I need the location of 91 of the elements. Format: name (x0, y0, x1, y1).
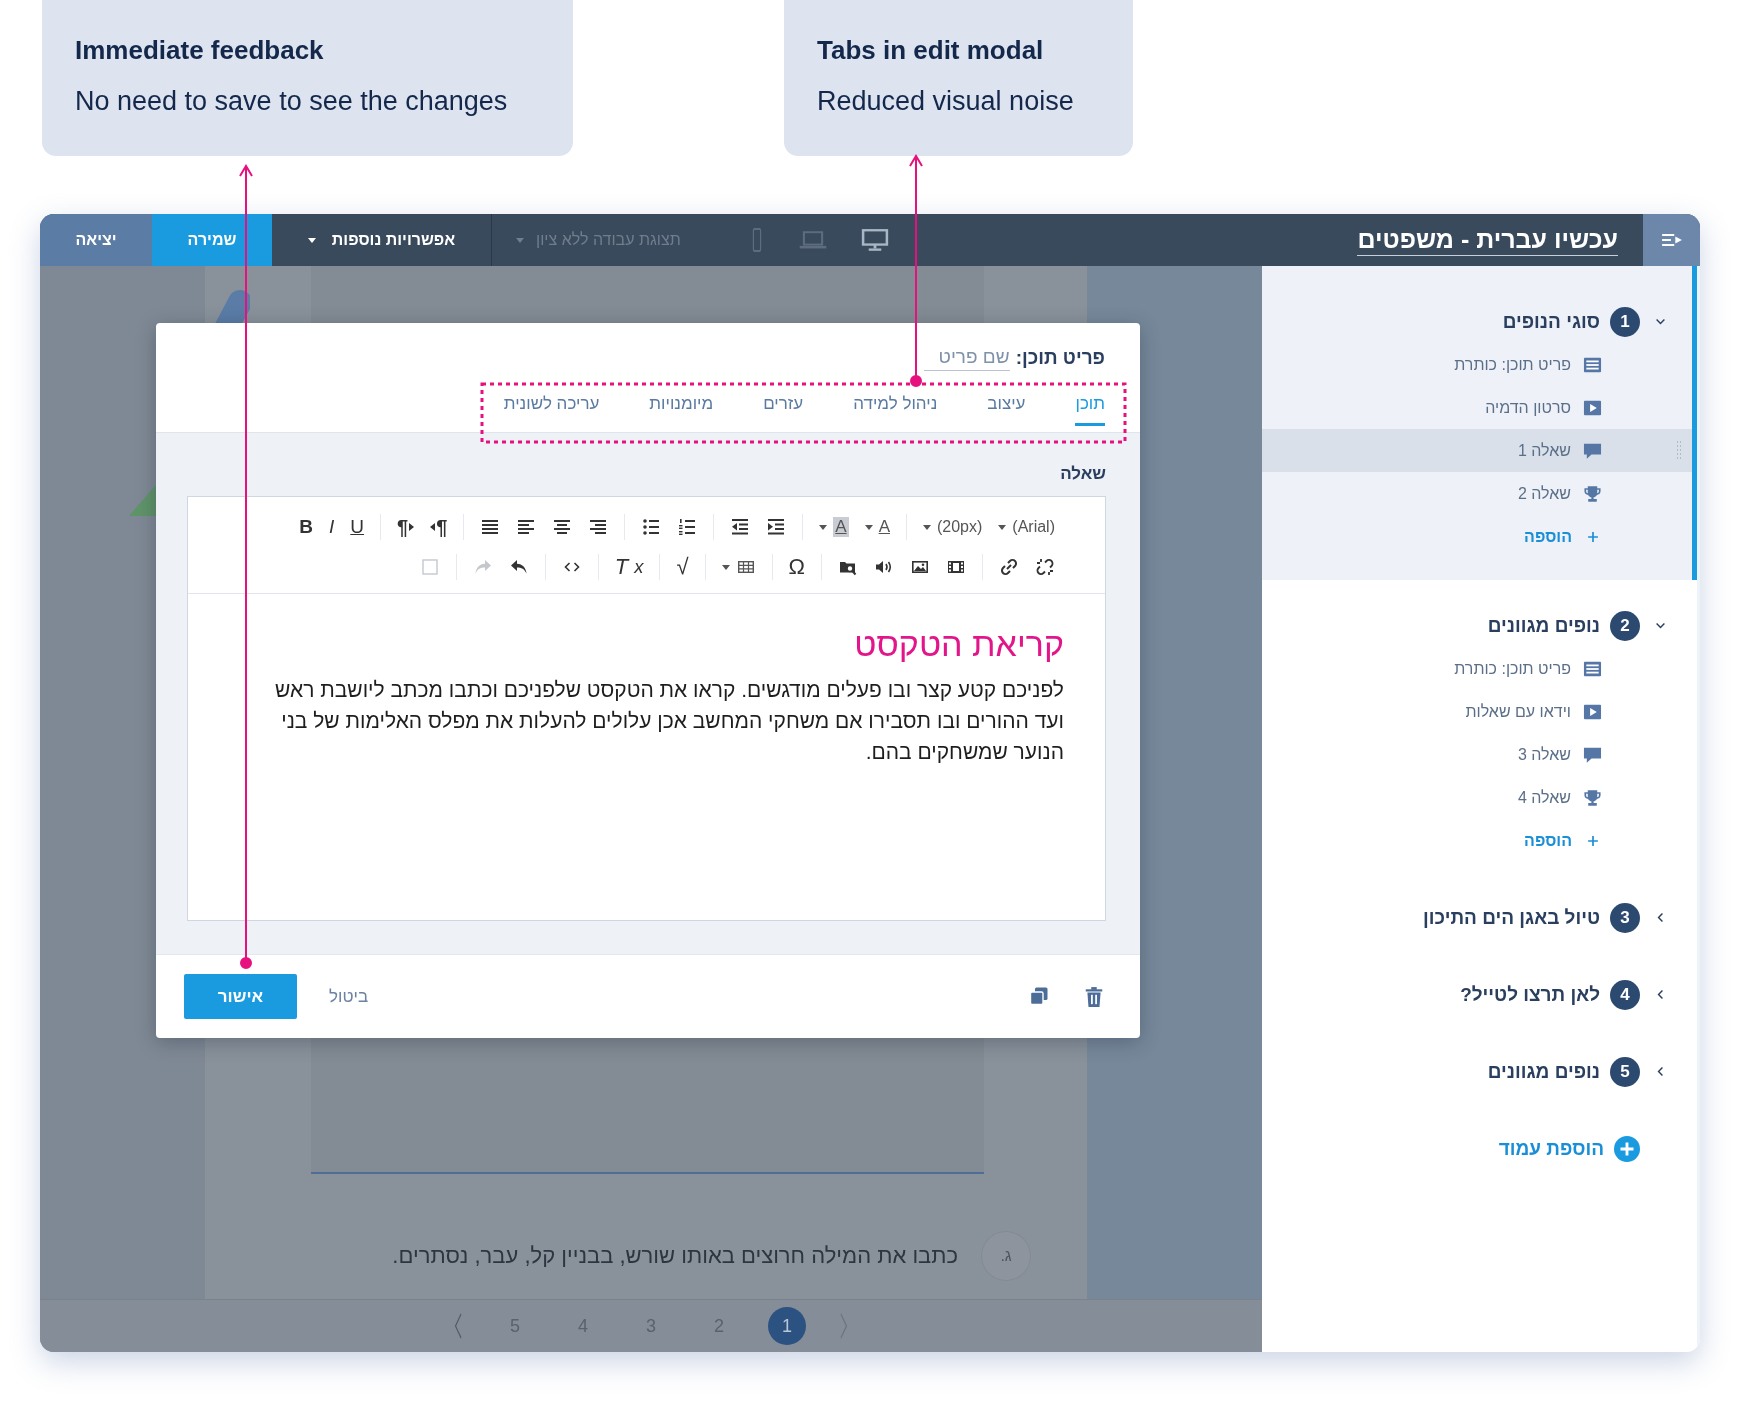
confirm-button[interactable]: אישור (184, 974, 297, 1019)
direction-arrow-icon (409, 523, 415, 531)
paragraph-direction-button[interactable]: ¶ (389, 512, 423, 542)
caret-icon (516, 237, 524, 243)
align-left-icon[interactable] (516, 517, 537, 537)
section-title[interactable]: נופים מגוונים (1487, 614, 1600, 637)
paragraph-direction-button[interactable]: ¶ (422, 512, 456, 542)
direction-arrow-icon (430, 523, 436, 531)
trophy-icon (1583, 788, 1602, 807)
save-button[interactable]: שמירה (152, 214, 272, 266)
speech-bubble-icon (1583, 745, 1602, 764)
text-color-button[interactable]: A (856, 512, 898, 542)
tab[interactable]: ניהול למידה (853, 394, 938, 426)
justify-icon[interactable] (480, 517, 501, 537)
add-item-button[interactable]: הוספה (1524, 527, 1600, 546)
cancel-button[interactable]: ביטול (329, 986, 369, 1007)
caret-icon (864, 524, 873, 530)
unlink-icon[interactable] (1035, 557, 1055, 577)
outline-item[interactable]: פריט תוכן: כותרת (1262, 647, 1697, 690)
content-card-icon (1583, 659, 1602, 678)
speech-bubble-icon (1583, 441, 1602, 460)
play-icon (1583, 702, 1602, 721)
caret-icon (721, 564, 730, 570)
question-text: כתבו את המילה חרוצים באותו שורש, בבניין קל, עבר, נסתרים. (392, 1243, 958, 1269)
special-character-button[interactable]: Ω (780, 552, 813, 582)
callout-title: Tabs in edit modal (817, 35, 1044, 66)
indent-icon[interactable] (766, 517, 787, 537)
outline-item[interactable]: שאלה 2 (1262, 472, 1692, 515)
outline-item[interactable]: פריט תוכן: כותרת (1262, 343, 1692, 386)
content-heading: קריאת הטקסט (853, 624, 1064, 665)
caret-icon (998, 524, 1007, 530)
dropdown-button[interactable]: (20px) (914, 512, 991, 542)
desktop-icon[interactable] (860, 227, 889, 253)
caret-icon (307, 237, 316, 243)
section-number-badge: 3 (1610, 902, 1640, 933)
section-number-badge: 4 (1610, 979, 1640, 1010)
section-number-badge: 2 (1610, 610, 1640, 641)
trophy-icon (1583, 484, 1602, 503)
course-title: עכשיו עברית - משפטים (1357, 224, 1618, 256)
outline-item[interactable]: שאלה 4 (1262, 776, 1697, 819)
content-paragraph: לפניכם קטע קצר ובו פעלים מודגשים. קראו את הטקסט שלפניכם וכתבו מכתב ליושבת ראש ועד ההורים ובו תסבירו אם משחקי המחשב אכן עלולים להעלות את מפלס האלימות של בני הנוער שמשחקים בהם. (274, 677, 1064, 765)
copy-icon[interactable] (1029, 985, 1049, 1006)
outline-item[interactable]: וידאו עם שאלות (1262, 690, 1697, 733)
plus-icon (1586, 529, 1600, 544)
section-number-badge: 5 (1610, 1056, 1640, 1087)
tab[interactable]: תוכן (1075, 394, 1105, 426)
bullet-list-icon[interactable] (641, 517, 662, 537)
section-title[interactable]: סוגי הנופים (1502, 310, 1600, 333)
outdent-icon[interactable] (730, 517, 751, 537)
outline-item[interactable]: שאלה 1 (1262, 429, 1692, 472)
trash-icon[interactable] (1083, 985, 1105, 1008)
section-number-badge: 1 (1610, 306, 1640, 337)
align-center-icon[interactable] (552, 517, 573, 537)
tab[interactable]: עיצוב (987, 394, 1026, 426)
add-item-button[interactable]: הוספה (1524, 831, 1600, 850)
highlight-color-button[interactable]: A (811, 512, 857, 542)
callout-text: No need to save to see the changes (75, 86, 508, 117)
align-right-icon[interactable] (588, 517, 609, 537)
page-button[interactable]: 1 (768, 1307, 806, 1345)
item-name-field[interactable]: שם פריט (923, 345, 1010, 371)
outline-item[interactable]: שאלה 3 (1262, 733, 1697, 776)
menu-button[interactable] (1643, 214, 1700, 266)
field-label: שאלה (1060, 464, 1106, 484)
exit-button[interactable]: יציאה (40, 214, 152, 266)
rich-text-editor[interactable] (187, 496, 1106, 921)
link-icon[interactable] (999, 557, 1019, 577)
callout-text: Reduced visual noise (817, 86, 1074, 117)
add-page-button[interactable]: הוספת עמוד (1498, 1135, 1640, 1162)
outline-item[interactable]: סרטון הדמיה (1262, 386, 1692, 429)
underline-button[interactable]: U (342, 512, 373, 542)
tab[interactable]: עזרים (763, 394, 804, 426)
section-title[interactable]: לאן תרצו לטייל? (1460, 983, 1600, 1006)
question-marker: ג. (982, 1232, 1030, 1280)
numbered-list-icon[interactable] (677, 517, 698, 537)
modal-title: פריט תוכן: (1015, 347, 1105, 369)
tab[interactable]: מיומנויות (649, 394, 714, 426)
italic-button[interactable]: I (321, 512, 343, 542)
drag-handle-icon[interactable] (1674, 440, 1684, 460)
play-icon (1583, 398, 1602, 417)
plus-icon (1586, 833, 1600, 848)
content-card-icon (1583, 355, 1602, 374)
caret-icon (922, 524, 931, 530)
caret-icon (819, 524, 828, 530)
tab[interactable]: עריכה לשונית (503, 394, 600, 426)
formula-button[interactable]: √ (668, 552, 697, 582)
callout-title: Immediate feedback (75, 35, 324, 66)
plus-circle-icon (1614, 1135, 1640, 1162)
section-title[interactable]: נופים מגוונים (1487, 1060, 1600, 1083)
section-title[interactable]: טיול באגן הים התיכון (1423, 906, 1600, 929)
dropdown-button[interactable]: (Arial) (990, 512, 1063, 542)
bold-button[interactable]: B (291, 512, 321, 542)
